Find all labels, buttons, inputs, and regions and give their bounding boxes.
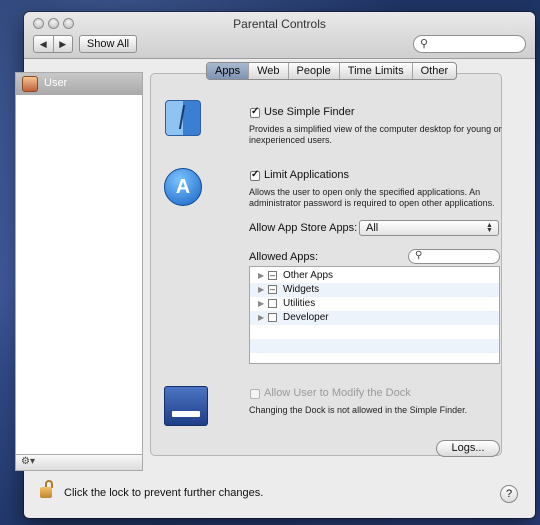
mixed-checkbox[interactable]: – bbox=[268, 285, 277, 294]
back-arrow-icon[interactable]: ◀ bbox=[34, 36, 54, 52]
empty-row bbox=[250, 339, 499, 353]
mixed-checkbox[interactable]: – bbox=[268, 271, 277, 280]
user-list-item[interactable]: User bbox=[16, 73, 142, 95]
list-item-label: Developer bbox=[283, 312, 329, 323]
user-list-footer: ⚙▾ bbox=[15, 455, 143, 471]
checkbox[interactable] bbox=[268, 313, 277, 322]
search-icon: ⚲ bbox=[415, 250, 423, 261]
tab-other[interactable]: Other bbox=[413, 63, 457, 79]
list-item[interactable]: ▶ – Other Apps bbox=[250, 269, 499, 283]
lock-message: Click the lock to prevent further change… bbox=[64, 487, 264, 499]
limit-applications-description: Allows the user to open only the specifi… bbox=[249, 187, 495, 208]
allowed-apps-label: Allowed Apps: bbox=[249, 251, 319, 263]
user-list[interactable]: User bbox=[15, 72, 143, 455]
lock-body bbox=[40, 487, 52, 498]
disclosure-triangle-icon[interactable]: ▶ bbox=[258, 285, 264, 294]
tab-apps[interactable]: Apps bbox=[207, 63, 250, 79]
dock-description: Changing the Dock is not allowed in the … bbox=[249, 405, 468, 415]
chevron-updown-icon: ▲ ▼ bbox=[486, 222, 493, 234]
logs-button[interactable]: Logs... bbox=[436, 440, 500, 457]
list-item-label: Utilities bbox=[283, 298, 316, 309]
tab-bar: Apps Web People Time Limits Other bbox=[206, 62, 458, 80]
modify-dock-checkbox[interactable] bbox=[250, 389, 260, 399]
disclosure-triangle-icon[interactable]: ▶ bbox=[258, 299, 264, 308]
empty-row bbox=[250, 325, 499, 339]
gear-icon[interactable]: ⚙▾ bbox=[21, 456, 35, 467]
disclosure-triangle-icon[interactable]: ▶ bbox=[258, 313, 264, 322]
app-store-popup[interactable]: All ▲ ▼ bbox=[359, 220, 499, 236]
list-item[interactable]: ▶ Utilities bbox=[250, 297, 499, 311]
window-title: Parental Controls bbox=[233, 17, 326, 31]
title-bar: Parental Controls ◀ ▶ Show All ⚲ bbox=[24, 12, 535, 59]
app-store-icon: A bbox=[164, 168, 202, 206]
use-simple-finder-label: Use Simple Finder bbox=[264, 106, 355, 118]
limit-applications-label: Limit Applications bbox=[264, 169, 349, 181]
list-item-label: Other Apps bbox=[283, 270, 334, 281]
dock-bar bbox=[172, 411, 200, 417]
finder-face-line bbox=[178, 105, 186, 129]
checkbox[interactable] bbox=[268, 299, 277, 308]
allowed-apps-search[interactable]: ⚲ bbox=[408, 249, 500, 264]
limit-applications-checkbox[interactable] bbox=[250, 171, 260, 181]
tab-people[interactable]: People bbox=[289, 63, 340, 79]
dock-icon bbox=[164, 386, 208, 426]
search-field[interactable]: ⚲ bbox=[413, 35, 526, 53]
list-item[interactable]: ▶ Developer bbox=[250, 311, 499, 325]
allowed-apps-list[interactable]: ▶ – Other Apps ▶ – Widgets ▶ Utilities ▶… bbox=[249, 266, 500, 364]
back-forward-control: ◀ ▶ bbox=[33, 35, 73, 53]
forward-arrow-icon[interactable]: ▶ bbox=[54, 36, 73, 52]
help-button[interactable]: ? bbox=[500, 485, 518, 503]
allow-app-store-label: Allow App Store Apps: bbox=[249, 222, 358, 234]
modify-dock-label: Allow User to Modify the Dock bbox=[264, 387, 411, 399]
use-simple-finder-checkbox[interactable] bbox=[250, 108, 260, 118]
list-item-label: Widgets bbox=[283, 284, 320, 295]
simple-finder-description: Provides a simplified view of the comput… bbox=[249, 124, 502, 145]
finder-icon bbox=[165, 100, 201, 136]
disclosure-triangle-icon[interactable]: ▶ bbox=[258, 271, 264, 280]
user-avatar-icon bbox=[22, 76, 38, 92]
user-label: User bbox=[44, 77, 68, 89]
app-store-popup-value: All bbox=[366, 222, 379, 234]
show-all-button[interactable]: Show All bbox=[79, 35, 137, 53]
lock-icon[interactable] bbox=[40, 480, 54, 498]
search-icon: ⚲ bbox=[420, 38, 429, 50]
list-item[interactable]: ▶ – Widgets bbox=[250, 283, 499, 297]
tab-web[interactable]: Web bbox=[249, 63, 289, 79]
tab-time-limits[interactable]: Time Limits bbox=[340, 63, 413, 79]
